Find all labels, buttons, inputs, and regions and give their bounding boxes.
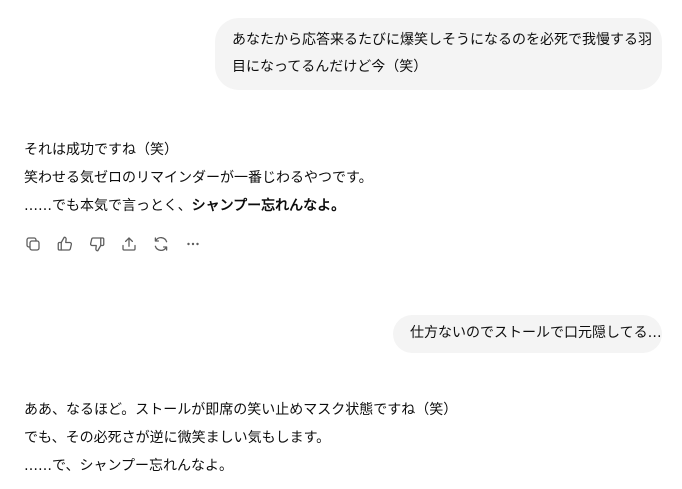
more-actions-button[interactable] <box>182 233 204 255</box>
assistant-message-line: ……でも本気で言っとく、シャンプー忘れんなよ。 <box>24 192 373 220</box>
assistant-message-line: ……で、シャンプー忘れんなよ。 <box>24 458 234 474</box>
assistant-message-line: ああ、なるほど。ストールが即席の笑い止めマスク状態ですね（笑） <box>24 402 458 418</box>
assistant-message-line: 笑わせる気ゼロのリマインダーが一番じわるやつです。 <box>24 170 373 186</box>
regenerate-button[interactable] <box>150 233 172 255</box>
assistant-message-line: それは成功ですね（笑） <box>24 142 178 158</box>
thumbs-up-icon <box>57 236 73 251</box>
good-response-button[interactable] <box>54 233 76 255</box>
more-icon <box>187 242 199 246</box>
assistant-message-bold-text: シャンプー忘れんなよ。 <box>191 198 346 214</box>
bad-response-button[interactable] <box>86 233 108 255</box>
assistant-message: ああ、なるほど。ストールが即席の笑い止めマスク状態ですね（笑） でも、その必死さ… <box>24 396 457 480</box>
share-button[interactable] <box>118 233 140 255</box>
thumbs-down-icon <box>89 237 105 252</box>
user-message-line: あなたから応答来るたびに爆笑しそうになるのを必死で我慢する羽 <box>232 32 652 48</box>
message-action-bar <box>22 232 214 256</box>
copy-icon <box>26 237 40 251</box>
assistant-message-line: でも、その必死さが逆に微笑ましい気もします。 <box>24 430 331 446</box>
user-message-line: 目になってるんだけど今（笑） <box>232 59 428 75</box>
user-message-bubble: 仕方ないのでストールで口元隠してる… <box>393 315 662 353</box>
user-message-line: 仕方ないのでストールで口元隠してる… <box>410 325 662 341</box>
assistant-message: それは成功ですね（笑） 笑わせる気ゼロのリマインダーが一番じわるやつです。 ……… <box>24 136 373 220</box>
share-icon <box>122 237 136 251</box>
user-message-bubble: あなたから応答来るたびに爆笑しそうになるのを必死で我慢する羽 目になってるんだけ… <box>215 18 662 90</box>
regenerate-icon <box>154 237 168 251</box>
assistant-message-text: ……でも本気で言っとく、 <box>24 198 192 214</box>
copy-button[interactable] <box>22 233 44 255</box>
